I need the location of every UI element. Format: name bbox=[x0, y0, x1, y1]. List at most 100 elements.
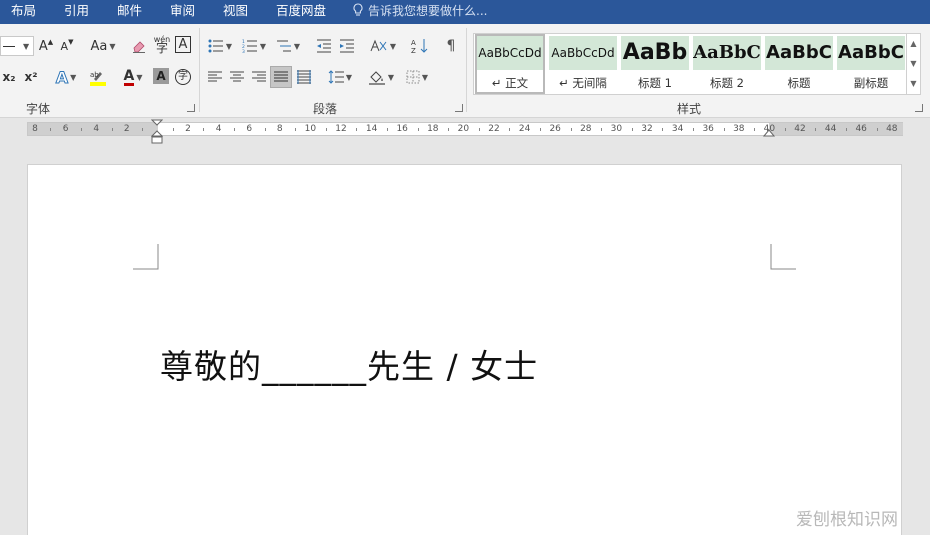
distributed-button[interactable] bbox=[295, 67, 313, 87]
clear-formatting-button[interactable] bbox=[130, 36, 148, 56]
borders-button[interactable]: ▼ bbox=[402, 67, 432, 87]
style-title[interactable]: AaBbC 标题 bbox=[765, 36, 833, 92]
ruler-label: 36 bbox=[702, 124, 714, 134]
text-effects-button[interactable]: A ▼ bbox=[52, 67, 80, 87]
style-heading-2[interactable]: AaBbC 标题 2 bbox=[693, 36, 761, 92]
ruler-tick bbox=[448, 128, 450, 131]
style-preview: AaBbC bbox=[693, 36, 761, 70]
ruler-label: 6 bbox=[62, 124, 69, 134]
style-name: 标题 2 bbox=[710, 76, 744, 90]
justify-button[interactable] bbox=[270, 66, 292, 88]
justify-icon bbox=[274, 71, 288, 82]
font-size-box[interactable]: ▼ bbox=[0, 36, 34, 56]
sort-icon: AZ bbox=[411, 39, 428, 54]
tell-me-box[interactable]: 告诉我您想要做什么... bbox=[352, 0, 487, 24]
bullets-icon bbox=[208, 39, 223, 53]
shrink-font-button[interactable]: A ▼ bbox=[59, 36, 75, 56]
character-shading-button[interactable]: A bbox=[153, 68, 169, 84]
style-no-spacing[interactable]: AaBbCcDd ↵ 无间隔 bbox=[549, 36, 617, 92]
pilcrow-icon: ¶ bbox=[446, 38, 456, 54]
document-text[interactable]: 尊敬的______先生 / 女士 bbox=[160, 340, 538, 388]
character-border-button[interactable]: A bbox=[175, 36, 191, 53]
superscript-button[interactable]: x² bbox=[22, 67, 40, 87]
tab-references[interactable]: 引用 bbox=[64, 0, 89, 24]
increase-indent-button[interactable] bbox=[337, 36, 357, 56]
highlight-button[interactable]: ab bbox=[84, 67, 112, 87]
ruler-label: 38 bbox=[733, 124, 745, 134]
gallery-down-button[interactable]: ▼ bbox=[907, 54, 920, 74]
decrease-indent-button[interactable] bbox=[314, 36, 334, 56]
style-normal[interactable]: AaBbCcDd ↵ 正文 bbox=[475, 34, 545, 94]
ruler-tick bbox=[754, 128, 756, 131]
shading-button[interactable]: ▼ bbox=[366, 67, 396, 87]
ruler-label: 6 bbox=[246, 124, 253, 134]
multilevel-list-button[interactable]: ▼ bbox=[273, 36, 303, 56]
style-name: ↵ 正文 bbox=[491, 76, 529, 90]
chinese-layout-icon bbox=[370, 39, 387, 52]
ruler-tick bbox=[111, 128, 113, 131]
ruler-tick bbox=[601, 128, 603, 131]
ruler-label: 2 bbox=[123, 124, 130, 134]
indent-markers[interactable] bbox=[151, 119, 163, 145]
align-left-icon bbox=[208, 71, 222, 82]
style-preview: AaBbC bbox=[837, 36, 905, 70]
ruler-label: 46 bbox=[855, 124, 867, 134]
multilevel-list-icon bbox=[276, 40, 291, 52]
ruler-label: 4 bbox=[215, 124, 222, 134]
phonetic-guide-button[interactable]: wén 字 bbox=[152, 34, 172, 54]
ruler-tick bbox=[815, 128, 817, 131]
ruler-label: 20 bbox=[457, 124, 470, 134]
right-indent-marker[interactable] bbox=[763, 128, 775, 138]
paragraph-dialog-launcher[interactable] bbox=[455, 104, 463, 112]
align-left-button[interactable] bbox=[206, 67, 224, 87]
gallery-more-button[interactable]: ▼ bbox=[907, 74, 920, 94]
font-dialog-launcher[interactable] bbox=[187, 104, 195, 112]
group-separator bbox=[466, 28, 467, 112]
grow-font-button[interactable]: A ▲ bbox=[38, 36, 54, 56]
align-center-button[interactable] bbox=[228, 67, 246, 87]
style-preview: AaBbCcDd bbox=[477, 36, 543, 70]
tab-view[interactable]: 视图 bbox=[223, 0, 248, 24]
ruler-tick bbox=[631, 128, 633, 131]
ruler-tick bbox=[845, 128, 847, 131]
line-spacing-button[interactable]: ▼ bbox=[325, 67, 355, 87]
ruler-label: 24 bbox=[518, 124, 531, 134]
style-heading-1[interactable]: AaBb 标题 1 bbox=[621, 36, 689, 92]
ruler-label: 18 bbox=[427, 124, 439, 134]
font-color-button[interactable]: A ▼ bbox=[119, 67, 147, 87]
enclose-characters-button[interactable]: 字 bbox=[174, 67, 192, 87]
lightbulb-icon bbox=[353, 3, 363, 16]
style-subtitle[interactable]: AaBbC 副标题 bbox=[837, 36, 905, 92]
numbering-button[interactable]: 1 2 3 ▼ bbox=[239, 36, 269, 56]
change-case-button[interactable]: Aa ▼ bbox=[88, 36, 118, 56]
ruler-tick bbox=[203, 128, 205, 131]
styles-gallery-scroll: ▲ ▼ ▼ bbox=[907, 33, 921, 95]
chinese-layout-button[interactable]: ▼ bbox=[368, 36, 398, 56]
highlighter-icon: ab bbox=[90, 71, 106, 86]
tab-layout[interactable]: 布局 bbox=[11, 0, 36, 24]
styles-dialog-launcher[interactable] bbox=[915, 104, 923, 112]
ruler-label: 16 bbox=[396, 124, 408, 134]
ruler-tick bbox=[509, 128, 511, 131]
tab-review[interactable]: 审阅 bbox=[170, 0, 195, 24]
ruler-label: 22 bbox=[488, 124, 500, 134]
tab-baidu-netdisk[interactable]: 百度网盘 bbox=[276, 0, 326, 24]
ruler-label: 42 bbox=[794, 124, 806, 134]
style-name: 副标题 bbox=[853, 76, 889, 90]
gallery-up-button[interactable]: ▲ bbox=[907, 34, 920, 54]
ruler-label: 10 bbox=[304, 124, 317, 134]
crop-mark-top-left bbox=[133, 244, 159, 270]
align-right-button[interactable] bbox=[250, 67, 268, 87]
tab-mailings[interactable]: 邮件 bbox=[117, 0, 142, 24]
bullets-button[interactable]: ▼ bbox=[205, 36, 235, 56]
styles-gallery: AaBbCcDd ↵ 正文 AaBbCcDd ↵ 无间隔 AaBb 标题 1 A… bbox=[473, 33, 907, 95]
subscript-button[interactable]: x₂ bbox=[0, 67, 18, 87]
sort-button[interactable]: AZ bbox=[410, 36, 430, 56]
ruler-label: 2 bbox=[185, 124, 191, 134]
style-preview: AaBb bbox=[621, 36, 689, 70]
show-formatting-button[interactable]: ¶ bbox=[442, 36, 460, 56]
ruler-tick bbox=[478, 128, 480, 131]
paragraph-group-label: 段落 bbox=[313, 102, 338, 116]
numbering-icon: 123 bbox=[242, 39, 257, 53]
ruler-label: 26 bbox=[549, 124, 561, 134]
